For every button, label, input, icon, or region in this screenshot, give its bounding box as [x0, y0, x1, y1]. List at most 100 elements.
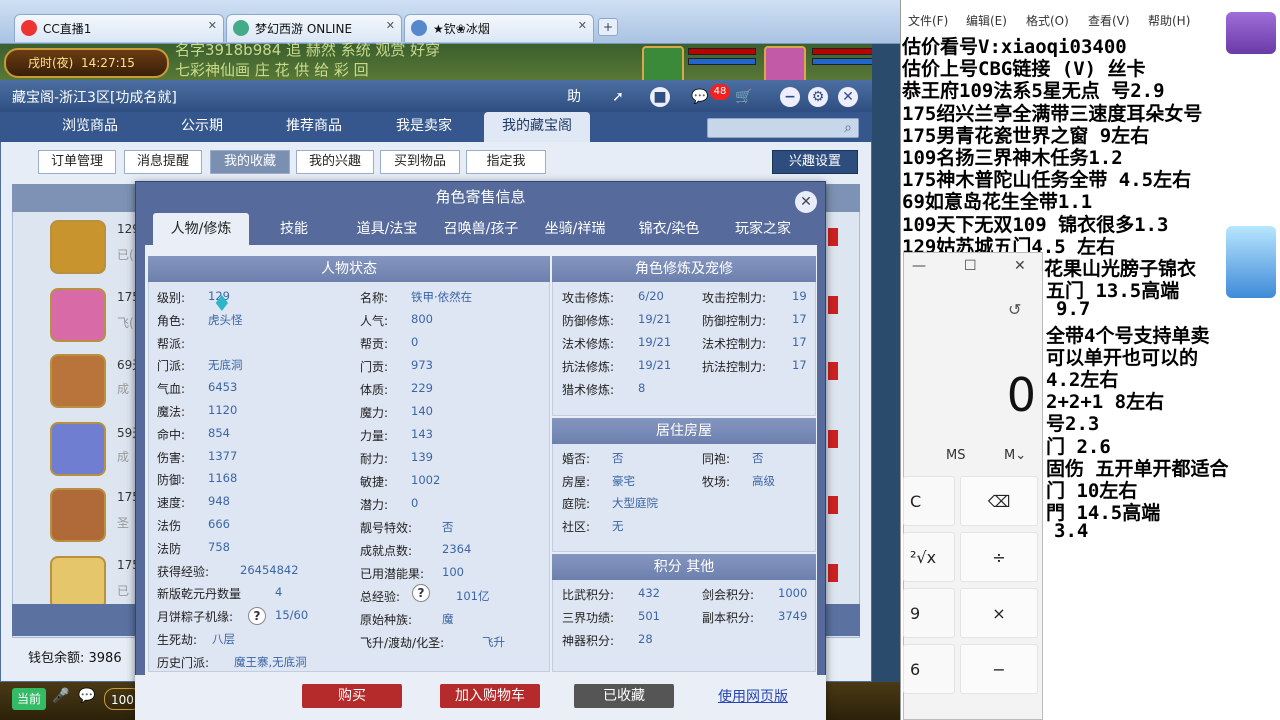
help-icon[interactable]: ?	[248, 607, 266, 625]
tab-label: CC直播1	[43, 22, 92, 36]
player-avatar[interactable]	[764, 46, 806, 84]
calc-key[interactable]: ×	[960, 588, 1038, 638]
role-avatar[interactable]	[50, 288, 106, 342]
role-avatar[interactable]	[50, 556, 106, 610]
calc-key[interactable]: −	[960, 644, 1038, 694]
field-value: 无	[612, 518, 624, 533]
close-icon[interactable]: ✕	[795, 191, 817, 213]
mic-icon[interactable]: 🎤	[52, 688, 70, 710]
browser-tab-mhxy[interactable]: 梦幻西游 ONLINE ✕	[226, 14, 402, 42]
field-label: 力量:	[360, 429, 389, 443]
share-icon[interactable]: ➚	[608, 87, 628, 107]
field-value: 8	[638, 381, 646, 395]
field-label: 生死劫:	[157, 633, 198, 647]
calc-key[interactable]: ²√x	[903, 532, 955, 582]
field-value: 666	[208, 517, 230, 531]
field-value: 19/21	[638, 335, 672, 349]
field-value: 3749	[778, 609, 808, 623]
field-value: 0	[411, 496, 419, 510]
tab-pets[interactable]: 召唤兽/孩子	[436, 213, 526, 245]
favorited-button[interactable]: 已收藏	[574, 684, 674, 708]
nav-browse[interactable]: 浏览商品	[40, 112, 140, 142]
browser-tab-cc[interactable]: CC直播1 ✕	[14, 14, 224, 42]
field-value: 1002	[411, 473, 441, 487]
mem-list-button[interactable]: M⌄	[1004, 448, 1026, 463]
menu-edit[interactable]: 编辑(E)	[966, 12, 1007, 29]
buy-button[interactable]: 购买	[302, 684, 402, 708]
mem-store-button[interactable]: MS	[946, 448, 965, 463]
role-avatar[interactable]	[50, 354, 106, 408]
tab-home[interactable]: 玩家之家	[718, 213, 808, 245]
field-label: 牧场:	[702, 474, 731, 489]
menu-view[interactable]: 查看(V)	[1088, 12, 1130, 29]
stop-icon[interactable]: ■	[650, 87, 670, 107]
calc-key[interactable]: ⌫	[960, 476, 1038, 526]
chat-icon[interactable]: 💬	[690, 87, 710, 107]
role-avatar[interactable]	[50, 220, 106, 274]
field-value: 否	[612, 451, 624, 465]
my-interest-button[interactable]: 我的兴趣	[296, 150, 374, 174]
field-value: 6/20	[638, 289, 664, 303]
nav-seller[interactable]: 我是卖家	[376, 112, 472, 142]
field-value: 无底洞	[208, 358, 243, 373]
field-value: 4	[275, 585, 283, 600]
role-avatar[interactable]	[50, 422, 106, 476]
calc-key[interactable]: 9	[903, 588, 955, 638]
calc-key[interactable]: C	[903, 476, 955, 526]
calc-key[interactable]: 6	[903, 644, 955, 694]
minimize-icon[interactable]: −	[780, 87, 800, 107]
menu-format[interactable]: 格式(O)	[1026, 12, 1069, 29]
tab-outfit[interactable]: 锦衣/染色	[624, 213, 714, 245]
nav-my-cbg[interactable]: 我的藏宝阁	[484, 112, 590, 142]
menu-file[interactable]: 文件(F)	[908, 12, 948, 29]
msg-remind-button[interactable]: 消息提醒	[124, 150, 202, 174]
search-icon[interactable]: ⌕	[838, 118, 858, 138]
order-manage-button[interactable]: 订单管理	[38, 150, 116, 174]
notepad-line: 3.4	[1054, 520, 1089, 543]
history-icon[interactable]: ↺	[1008, 300, 1021, 319]
emote-icon[interactable]: 💬	[78, 688, 100, 710]
designated-button[interactable]: 指定我	[466, 150, 546, 174]
menu-help[interactable]: 帮助(H)	[1148, 12, 1190, 29]
my-favorites-button[interactable]: 我的收藏	[210, 150, 290, 174]
calc-maximize-button[interactable]: ☐	[964, 258, 977, 274]
search-input[interactable]	[707, 118, 859, 138]
pet-avatar[interactable]	[642, 46, 684, 84]
nav-recommend[interactable]: 推荐商品	[264, 112, 364, 142]
role-avatar[interactable]	[50, 488, 106, 542]
nav-public[interactable]: 公示期	[154, 112, 250, 142]
help-icon[interactable]: ?	[412, 584, 430, 602]
help-button[interactable]: 助	[564, 87, 584, 107]
field-value: 19	[792, 289, 807, 303]
game-clock: 戌时(夜) 14:27:15	[4, 48, 169, 78]
close-icon[interactable]: ✕	[838, 87, 858, 107]
field-label: 法伤	[157, 519, 182, 533]
cart-icon[interactable]: 🛒	[734, 87, 754, 107]
interest-settings-button[interactable]: 兴趣设置	[772, 150, 858, 174]
tab-character[interactable]: 人物/修炼	[153, 213, 249, 245]
field-label: 防御控制力:	[702, 314, 767, 328]
close-icon[interactable]: ✕	[208, 19, 217, 32]
field-label: 已用潜能果:	[360, 567, 425, 581]
field-value: 否	[752, 451, 764, 465]
tab-skills[interactable]: 技能	[254, 213, 334, 245]
calc-minimize-button[interactable]: —	[912, 258, 926, 274]
add-to-cart-button[interactable]: 加入购物车	[440, 684, 540, 708]
section-heading: 居住房屋	[552, 418, 816, 444]
field-value: 26454842	[240, 562, 299, 577]
field-label: 新版乾元丹数量	[157, 587, 242, 602]
browser-tab-bingyan[interactable]: ★钦❀冰烟 ✕	[404, 14, 594, 42]
use-web-version-link[interactable]: 使用网页版	[718, 686, 788, 706]
bought-items-button[interactable]: 买到物品	[380, 150, 460, 174]
tab-mounts[interactable]: 坐骑/祥瑞	[530, 213, 620, 245]
close-icon[interactable]: ✕	[578, 19, 587, 32]
calc-close-button[interactable]: ✕	[1014, 258, 1026, 274]
close-icon[interactable]: ✕	[386, 19, 395, 32]
tab-items[interactable]: 道具/法宝	[342, 213, 432, 245]
gear-icon[interactable]: ⚙	[808, 87, 828, 107]
channel-current-button[interactable]: 当前	[12, 688, 46, 710]
new-tab-button[interactable]: +	[598, 18, 618, 36]
field-label: 成就点数:	[360, 544, 413, 558]
calc-key[interactable]: ÷	[960, 532, 1038, 582]
stream-sticker	[1226, 226, 1276, 298]
